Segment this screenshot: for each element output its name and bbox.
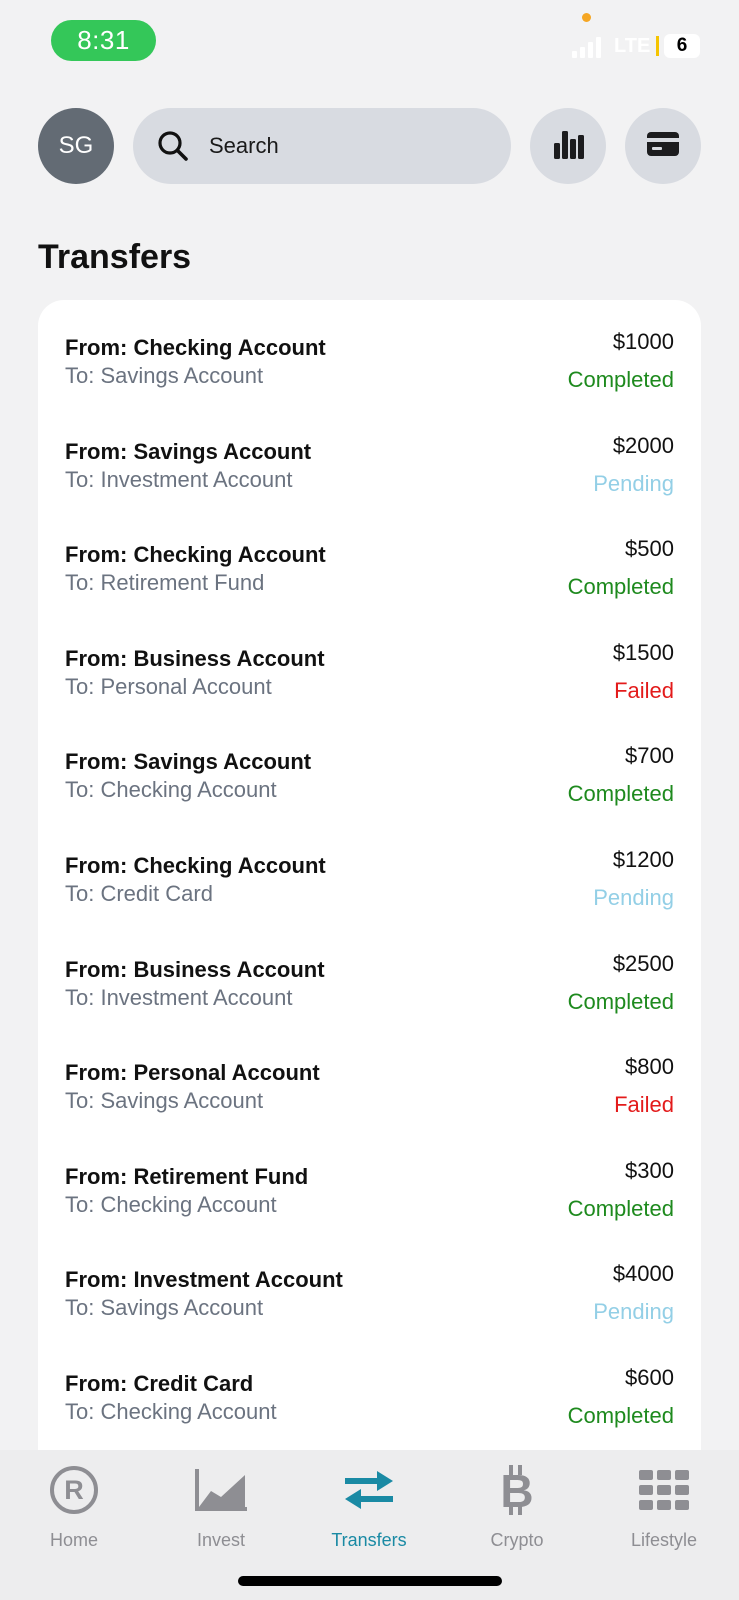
transfer-from: From: Savings Account [65, 749, 312, 775]
transfer-amount: $600 [625, 1365, 674, 1390]
transfer-row[interactable]: From: Checking Account To: Savings Accoun… [38, 300, 701, 404]
status-bar: 8:31 LTE 6 [0, 0, 739, 80]
transfer-amount: $2500 [612, 950, 674, 976]
transfer-row[interactable]: From: Business Account To: Investment Acc… [38, 922, 701, 1026]
credit-card-icon [646, 130, 680, 163]
transfer-row[interactable]: From: Credit Card To: Checking Account $60… [38, 1336, 701, 1440]
svg-text:R: R [64, 1475, 84, 1505]
transfer-to: To: Savings Account [65, 363, 264, 388]
transfer-from: From: Checking Account [65, 853, 326, 878]
transfer-amount: $700 [625, 743, 674, 769]
transfer-amount: $2000 [612, 432, 674, 458]
search-placeholder: Search [209, 133, 279, 158]
transfer-to: To: Savings Account [65, 1088, 264, 1114]
transfer-from: From: Credit Card [65, 1371, 254, 1396]
transfer-arrows-icon [309, 1464, 429, 1516]
home-indicator [238, 1576, 502, 1586]
transfer-amount: $1200 [612, 847, 674, 872]
transfer-status: Completed [567, 574, 674, 600]
transfer-from: From: Checking Account [65, 542, 326, 568]
transfer-status: Failed [614, 1092, 674, 1118]
tab-home[interactable]: R Home [14, 1450, 134, 1560]
transfer-from: From: Retirement Fund [65, 1163, 309, 1189]
tab-label: Crypto [490, 1530, 544, 1550]
status-time: 8:31 [51, 20, 156, 61]
transfer-status: Completed [567, 1403, 674, 1428]
transfer-amount: $1000 [612, 329, 674, 354]
transfer-from: From: Checking Account [65, 335, 326, 360]
transfer-row[interactable]: From: Savings Account To: Investment Acco… [38, 404, 701, 508]
transfer-to: To: Checking Account [65, 1191, 277, 1217]
transfer-from: From: Investment Account [65, 1267, 343, 1293]
low-power-indicator [656, 36, 659, 56]
transfer-status: Pending [593, 1299, 674, 1325]
stats-button[interactable] [530, 108, 606, 184]
transfer-status: Completed [567, 367, 674, 392]
tab-invest[interactable]: Invest [161, 1450, 281, 1560]
privacy-indicator-dot [582, 13, 591, 22]
line-chart-icon [161, 1464, 281, 1516]
transfer-amount: $4000 [612, 1261, 674, 1287]
signal-strength-icon [572, 34, 601, 58]
transfer-to: To: Credit Card [65, 881, 213, 906]
transfer-from: From: Personal Account [65, 1060, 320, 1086]
transfer-status: Pending [593, 885, 674, 910]
transfer-amount: $1500 [612, 639, 674, 665]
transfer-status: Completed [567, 781, 674, 807]
tab-label: Home [49, 1530, 98, 1550]
transfer-amount: $300 [625, 1157, 674, 1183]
transfer-to: To: Personal Account [65, 673, 272, 699]
transfer-row[interactable]: From: Retirement Fund To: Checking Accoun… [38, 1129, 701, 1233]
transfer-to: To: Checking Account [65, 1399, 277, 1424]
transfer-to: To: Savings Account [65, 1295, 264, 1321]
battery-icon: 6 [664, 34, 700, 58]
transfer-to: To: Checking Account [65, 777, 277, 803]
transfer-status: Pending [593, 470, 674, 496]
transfer-row[interactable]: From: Investment Account To: Savings Acco… [38, 1232, 701, 1336]
search-input[interactable]: Search [133, 108, 511, 184]
network-type: LTE [614, 35, 651, 57]
search-icon [155, 128, 191, 164]
transfer-row[interactable]: From: Checking Account To: Credit Card $12… [38, 818, 701, 922]
robinhood-logo-icon: R [14, 1464, 134, 1516]
tab-label: Transfers [331, 1530, 407, 1550]
transfer-row[interactable]: From: Savings Account To: Checking Accoun… [38, 714, 701, 818]
tab-lifestyle[interactable]: Lifestyle [604, 1450, 724, 1560]
svg-text:B: B [500, 1465, 533, 1515]
tab-crypto[interactable]: B Crypto [457, 1450, 577, 1560]
tab-label: Lifestyle [630, 1530, 698, 1550]
tab-label: Invest [196, 1530, 246, 1550]
card-button[interactable] [625, 108, 701, 184]
transfer-row[interactable]: From: Checking Account To: Retirement Fun… [38, 507, 701, 611]
transfer-amount: $800 [625, 1054, 674, 1080]
transfer-to: To: Retirement Fund [65, 570, 265, 596]
transfer-from: From: Business Account [65, 956, 325, 982]
tab-transfers[interactable]: Transfers [309, 1450, 429, 1560]
transfer-row[interactable]: From: Business Account To: Personal Accou… [38, 611, 701, 715]
grid-icon [604, 1464, 724, 1516]
page-title: Transfers [38, 238, 192, 276]
transfer-to: To: Investment Account [65, 984, 293, 1010]
avatar[interactable]: SG [38, 108, 114, 184]
transfer-from: From: Business Account [65, 645, 325, 671]
transfer-to: To: Investment Account [65, 466, 293, 492]
transfers-list: From: Checking Account To: Savings Accoun… [38, 300, 701, 1460]
transfer-amount: $500 [625, 536, 674, 562]
bar-chart-icon [551, 127, 585, 166]
transfer-status: Completed [567, 1195, 674, 1221]
transfer-from: From: Savings Account [65, 438, 312, 464]
transfer-status: Completed [567, 988, 674, 1014]
transfer-status: Failed [614, 677, 674, 703]
transfer-row[interactable]: From: Personal Account To: Savings Accoun… [38, 1025, 701, 1129]
bitcoin-icon: B [457, 1464, 577, 1516]
